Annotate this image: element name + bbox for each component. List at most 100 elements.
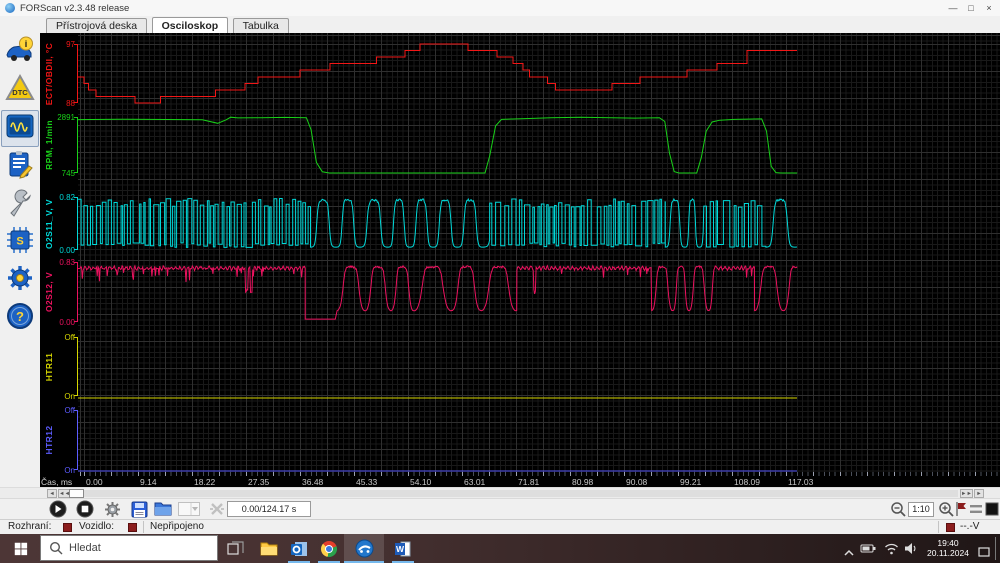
channel-min-o2s12: 0.00 (48, 318, 75, 327)
interface-status-led (63, 523, 72, 532)
stop-icon (76, 500, 94, 518)
forscan-taskbar-button[interactable] (344, 534, 384, 563)
channel-max-o2s11: 0.82 (48, 193, 75, 202)
tray-clock[interactable]: 19:40 20.11.2024 (922, 538, 974, 558)
time-tick-4: 36.48 (302, 477, 323, 487)
word-icon: W (394, 540, 412, 558)
svg-text:DTC: DTC (12, 88, 28, 97)
stop-button[interactable] (73, 499, 97, 519)
clipboard-tests-icon (5, 149, 35, 184)
time-axis-label: Čas, ms (41, 477, 72, 487)
tab-bar: Přístrojová deska Osciloskop Tabulka (0, 16, 1000, 33)
file-explorer-button[interactable] (254, 534, 284, 563)
action-center-icon[interactable] (978, 544, 990, 562)
channel-label-htr11: HTR11 (44, 352, 54, 380)
minimize-button[interactable]: — (944, 0, 962, 16)
playback-position-field[interactable]: 0.00/124.17 s (227, 501, 311, 517)
outlook-icon (290, 540, 308, 558)
time-tick-2: 18.22 (194, 477, 215, 487)
wifi-icon[interactable] (884, 542, 899, 560)
time-tick-10: 90.08 (626, 477, 647, 487)
car-info-icon: i (5, 35, 35, 70)
flag-icon (955, 501, 967, 517)
scrollbar-track[interactable] (84, 490, 958, 497)
chrome-button[interactable] (314, 534, 344, 563)
oscilloscope-icon (5, 111, 35, 146)
tab-osciloskop[interactable]: Osciloskop (152, 17, 229, 34)
status-divider (143, 521, 144, 533)
maximize-button[interactable]: □ (962, 0, 980, 16)
outlook-button[interactable] (284, 534, 314, 563)
discard-button[interactable] (205, 499, 229, 519)
time-tick-5: 45.33 (356, 477, 377, 487)
svg-text:?: ? (16, 309, 24, 324)
time-scrollbar: ◄ ◄◄ ►► ► (0, 487, 1000, 498)
time-tick-13: 117.03 (788, 477, 813, 487)
sidebar-configuration-button[interactable]: S (1, 224, 39, 261)
marker-button[interactable] (953, 499, 968, 519)
time-tick-11: 99.21 (680, 477, 701, 487)
channel-min-htr11: On (48, 392, 75, 401)
battery-icon[interactable] (860, 542, 876, 560)
scroll-right-icon[interactable]: ► (974, 489, 984, 498)
sidebar-help-button[interactable]: ? (1, 300, 39, 337)
sidebar-dtc-button[interactable]: DTC (1, 72, 39, 109)
zoom-ratio-value: 1:10 (908, 502, 934, 517)
word-button[interactable]: W (388, 534, 418, 563)
tray-chevron-icon[interactable] (843, 544, 855, 562)
sidebar-oscilloscope-button[interactable] (1, 110, 39, 147)
save-button[interactable] (127, 499, 151, 519)
channel-label-rpm: RPM, 1/min (44, 120, 54, 170)
start-button[interactable] (0, 534, 40, 563)
interface-label: Rozhraní: (8, 521, 51, 532)
sidebar-service-button[interactable] (1, 186, 39, 223)
zoom-out-icon (890, 501, 907, 518)
svg-text:W: W (396, 544, 405, 554)
search-icon (49, 541, 63, 555)
sidebar: i DTC (0, 33, 40, 487)
window-title: FORScan v2.3.48 release (20, 3, 129, 14)
sidebar-settings-button[interactable] (1, 262, 39, 299)
forscan-icon (355, 539, 374, 558)
oscilloscope-chart[interactable]: ECT/OBDII, °C9788RPM, 1/min2891745O2S11_… (40, 33, 1000, 487)
levels-button[interactable] (968, 499, 983, 519)
time-tick-1: 9.14 (140, 477, 157, 487)
black-square-icon (985, 502, 999, 516)
channel-max-htr12: Off (48, 406, 75, 415)
wrench-icon (5, 187, 35, 222)
scroll-right-fast-icon[interactable]: ►► (960, 489, 973, 498)
vehicle-label: Vozidlo: (79, 521, 114, 532)
sidebar-vehicle-info-button[interactable]: i (1, 34, 39, 71)
scope-settings-button[interactable] (100, 499, 124, 519)
tab-pristrojova-deska[interactable]: Přístrojová deska (46, 18, 147, 34)
clock-time: 19:40 (922, 538, 974, 548)
battery-status-led (946, 523, 955, 532)
play-button[interactable] (46, 499, 70, 519)
forscan-window: FORScan v2.3.48 release — □ × Přístrojov… (0, 0, 1000, 563)
taskbar-search-input[interactable]: Hledat (40, 535, 218, 561)
gear-icon (5, 263, 35, 298)
load-button[interactable] (151, 499, 175, 519)
scrollbar-thumb[interactable] (69, 489, 84, 498)
help-wheel-icon: ? (5, 301, 35, 336)
channel-max-ect: 97 (48, 40, 75, 49)
time-tick-8: 71.81 (518, 477, 539, 487)
titlebar: FORScan v2.3.48 release — □ × (0, 0, 1000, 17)
task-view-icon (227, 541, 244, 557)
speaker-icon[interactable] (904, 542, 918, 560)
zoom-out-button[interactable] (886, 499, 910, 519)
tab-tabulka[interactable]: Tabulka (233, 18, 289, 34)
channel-min-rpm: 745 (48, 169, 75, 178)
search-placeholder: Hledat (69, 542, 101, 554)
clock-date: 20.11.2024 (922, 548, 974, 558)
sidebar-tests-button[interactable] (1, 148, 39, 185)
discard-x-icon (209, 501, 225, 517)
scroll-left-icon[interactable]: ◄ (47, 489, 57, 498)
close-button[interactable]: × (980, 0, 998, 16)
channel-max-o2s12: 0.83 (48, 258, 75, 267)
task-view-button[interactable] (220, 534, 250, 563)
show-desktop-button[interactable] (995, 537, 996, 560)
background-color-button[interactable] (984, 499, 999, 519)
app-icon (5, 3, 15, 13)
speed-select[interactable] (177, 499, 201, 519)
